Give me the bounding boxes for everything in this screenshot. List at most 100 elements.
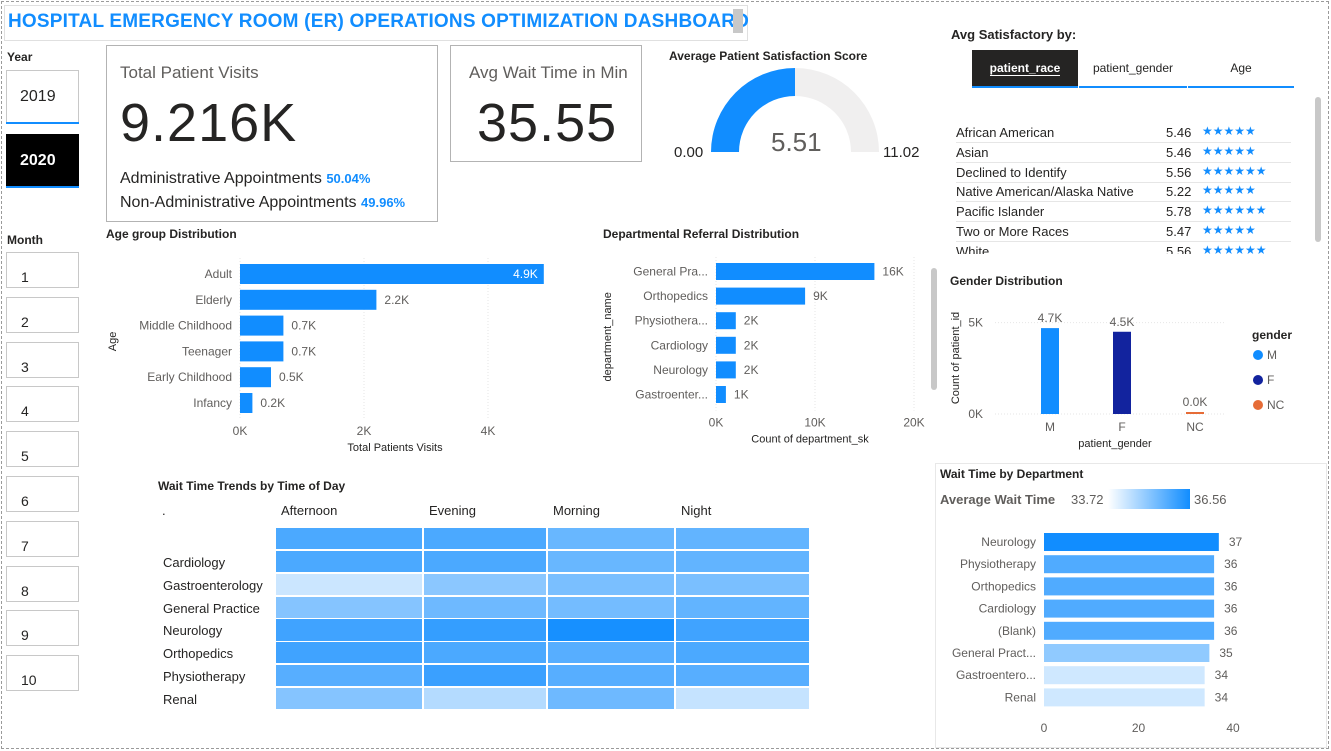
- bar[interactable]: [240, 289, 377, 310]
- year-option-2019[interactable]: 2019: [6, 70, 79, 124]
- bar[interactable]: [1113, 331, 1131, 414]
- heatmap-cell[interactable]: [548, 573, 674, 596]
- bar[interactable]: [716, 287, 806, 305]
- heatmap-cell[interactable]: [548, 596, 674, 618]
- heatmap-cell[interactable]: [548, 528, 674, 549]
- heatmap-cell[interactable]: [276, 596, 422, 618]
- heatmap-cell[interactable]: [548, 619, 674, 641]
- bar[interactable]: [1044, 666, 1205, 685]
- category-label: Cardiology: [651, 338, 708, 352]
- bar[interactable]: [240, 264, 544, 284]
- tab-patient-gender[interactable]: patient_gender: [1079, 50, 1187, 88]
- heatmap-row-label: Physiotherapy: [163, 669, 246, 684]
- bar[interactable]: [716, 386, 726, 403]
- bar[interactable]: [240, 315, 284, 336]
- satisfaction-table[interactable]: African American 5.46 ★★★★★ Asian 5.46 ★★★★★ D…: [950, 118, 1295, 254]
- bar[interactable]: [240, 393, 253, 413]
- heatmap-cell[interactable]: [676, 551, 809, 573]
- legend-item[interactable]: M: [1267, 348, 1277, 362]
- bar[interactable]: [1044, 688, 1205, 707]
- heatmap-cell[interactable]: [676, 665, 809, 687]
- heatmap-column-header: Evening: [429, 503, 476, 518]
- satisfaction-scrollbar[interactable]: [1315, 97, 1321, 242]
- gender-chart-title: Gender Distribution: [950, 274, 1063, 288]
- race-score: 5.56: [1166, 164, 1192, 180]
- bar[interactable]: [1044, 577, 1215, 596]
- bar[interactable]: [1044, 599, 1215, 618]
- year-option-2020[interactable]: 2020: [6, 134, 79, 188]
- gauge-title: Average Patient Satisfaction Score: [669, 49, 868, 63]
- title-scroll-handle: [733, 9, 743, 33]
- nonadmin-appointments-label: Non-Administrative Appointments: [120, 194, 357, 211]
- heatmap-cell[interactable]: [548, 642, 674, 664]
- wait-dept-legend-label: Average Wait Time: [940, 492, 1056, 507]
- tab-patient-race[interactable]: patient_race: [972, 50, 1078, 88]
- heatmap-cell[interactable]: [424, 619, 546, 641]
- heatmap-cell[interactable]: [424, 642, 546, 664]
- heatmap-cell[interactable]: [676, 642, 809, 664]
- race-score: 5.46: [1166, 125, 1192, 140]
- legend-item[interactable]: NC: [1267, 398, 1285, 412]
- heatmap-cell[interactable]: [424, 528, 546, 549]
- heatmap-cell[interactable]: [276, 619, 422, 641]
- month-option-10[interactable]: 10: [6, 655, 79, 692]
- month-option-8[interactable]: 8: [6, 565, 79, 602]
- heatmap-cell[interactable]: [276, 687, 422, 710]
- month-option-2[interactable]: 2: [6, 296, 79, 333]
- heatmap-cell[interactable]: [676, 596, 809, 618]
- month-option-5[interactable]: 5: [6, 431, 79, 468]
- data-label: 34: [1215, 690, 1229, 704]
- bar[interactable]: [240, 341, 284, 362]
- heatmap-cell[interactable]: [548, 687, 674, 710]
- legend-item[interactable]: F: [1267, 373, 1274, 387]
- satisfaction-tabs: patient_race patient_gender Age: [972, 50, 1294, 90]
- heatmap-cell[interactable]: [276, 665, 422, 687]
- heatmap-cell[interactable]: [424, 551, 546, 573]
- data-label: 0.2K: [260, 396, 285, 410]
- bar[interactable]: [716, 263, 875, 280]
- bar[interactable]: [1044, 533, 1219, 551]
- bar[interactable]: [1041, 328, 1059, 414]
- dept-chart-scrollbar[interactable]: [931, 268, 937, 390]
- heatmap-cell[interactable]: [676, 573, 809, 596]
- heatmap-cell[interactable]: [424, 687, 546, 710]
- bar[interactable]: [1044, 555, 1215, 574]
- x-tick-label: 0K: [233, 424, 248, 438]
- bar[interactable]: [716, 336, 736, 354]
- heatmap-cell[interactable]: [676, 687, 809, 710]
- heatmap-cell[interactable]: [276, 551, 422, 573]
- bar[interactable]: [716, 312, 736, 330]
- month-option-6[interactable]: 6: [6, 476, 79, 512]
- heatmap-cell[interactable]: [676, 528, 809, 549]
- heatmap-cell[interactable]: [548, 551, 674, 573]
- heatmap-cell[interactable]: [548, 665, 674, 687]
- tab-age[interactable]: Age: [1188, 50, 1294, 88]
- bar[interactable]: [716, 361, 736, 379]
- total-visits-card: Total Patient Visits 9.216K Administrati…: [106, 45, 438, 222]
- heatmap-cell[interactable]: [276, 573, 422, 596]
- category-label: Neurology: [653, 363, 708, 377]
- heatmap-cell[interactable]: [276, 528, 422, 549]
- tab-patient-gender-label: patient_gender: [1092, 61, 1174, 75]
- bar[interactable]: [1044, 644, 1210, 662]
- month-option-7[interactable]: 7: [6, 520, 79, 557]
- month-option-3[interactable]: 3: [6, 341, 79, 378]
- bar[interactable]: [240, 367, 271, 388]
- y-axis-title: Count of patient_id: [950, 312, 962, 404]
- category-label: Gastroenter...: [635, 388, 708, 402]
- month-option-4[interactable]: 4: [6, 386, 79, 423]
- category-label: Adult: [205, 267, 233, 281]
- data-label: 2.2K: [384, 293, 409, 307]
- avg-wait-value: 35.55: [477, 93, 618, 153]
- heatmap-cell[interactable]: [276, 642, 422, 664]
- bar[interactable]: [1186, 412, 1204, 414]
- heatmap-cell[interactable]: [424, 596, 546, 618]
- bar[interactable]: [1044, 621, 1215, 640]
- heatmap-cell[interactable]: [424, 573, 546, 596]
- month-option-9[interactable]: 9: [6, 610, 79, 647]
- heatmap-cell[interactable]: [424, 665, 546, 687]
- month-option-1[interactable]: 1: [6, 252, 79, 288]
- data-label: 36: [1224, 579, 1238, 593]
- total-visits-label: Total Patient Visits: [120, 63, 259, 82]
- heatmap-cell[interactable]: [676, 619, 809, 641]
